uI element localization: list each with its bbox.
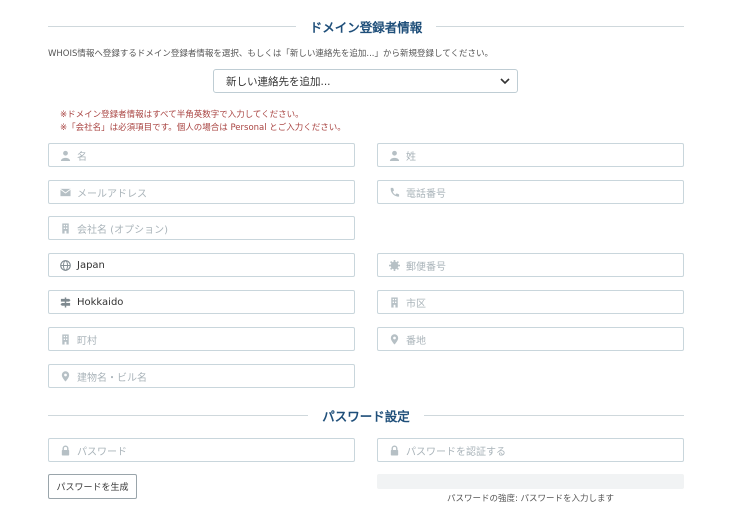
intro-text: WHOIS情報へ登録するドメイン登録者情報を選択、もしくは「新しい連絡先を追加.… bbox=[48, 49, 493, 59]
registrant-section-title: ドメイン登録者情報 bbox=[48, 16, 685, 36]
phone-field[interactable]: 電話番号 bbox=[377, 180, 684, 204]
user-icon bbox=[59, 149, 71, 161]
password-strength-text: パスワードの強度: パスワードを入力します bbox=[446, 494, 615, 504]
prefecture-field[interactable]: Hokkaido bbox=[48, 290, 355, 314]
city-field[interactable]: 市区 bbox=[377, 290, 684, 314]
phone-icon bbox=[388, 186, 400, 198]
password-section-title: パスワード設定 bbox=[48, 405, 685, 425]
confirm-password-field[interactable]: パスワードを認証する bbox=[377, 438, 684, 462]
last-name-field[interactable]: 姓 bbox=[377, 143, 684, 167]
note-line: ※「会社名」は必須項目です。個人の場合は Personal とご入力ください。 bbox=[60, 123, 346, 133]
divider bbox=[48, 25, 296, 27]
map-marker-icon bbox=[59, 370, 71, 382]
email-field[interactable]: メールアドレス bbox=[48, 180, 355, 204]
address-placeholder: 番地 bbox=[406, 335, 426, 347]
map-marker-icon bbox=[388, 333, 400, 345]
section-title-text: ドメイン登録者情報 bbox=[309, 19, 423, 35]
signpost-icon bbox=[59, 296, 71, 308]
globe-icon bbox=[59, 259, 71, 271]
lock-icon bbox=[388, 444, 400, 456]
country-value: Japan bbox=[77, 259, 105, 271]
city-placeholder: 市区 bbox=[406, 298, 426, 310]
envelope-icon bbox=[59, 186, 71, 198]
divider bbox=[48, 414, 309, 416]
country-field[interactable]: Japan bbox=[48, 253, 355, 277]
building-icon bbox=[59, 222, 71, 234]
postal-field[interactable]: 郵便番号 bbox=[377, 253, 684, 277]
password-field[interactable]: パスワード bbox=[48, 438, 355, 462]
prefecture-value: Hokkaido bbox=[77, 296, 124, 308]
building-field[interactable]: 建物名・ビル名 bbox=[48, 364, 355, 388]
notes: ※ドメイン登録者情報はすべて半角英数字で入力してください。 ※「会社名」は必須項… bbox=[60, 109, 346, 135]
contact-select-value: 新しい連絡先を追加... bbox=[226, 75, 331, 88]
company-placeholder: 会社名 (オプション) bbox=[77, 224, 168, 236]
lock-icon bbox=[59, 444, 71, 456]
note-line: ※ドメイン登録者情報はすべて半角英数字で入力してください。 bbox=[60, 110, 304, 120]
address-field[interactable]: 番地 bbox=[377, 327, 684, 351]
postal-placeholder: 郵便番号 bbox=[406, 261, 446, 273]
generate-password-button[interactable]: パスワードを生成 bbox=[48, 474, 137, 499]
password-placeholder: パスワード bbox=[77, 446, 127, 458]
seal-icon bbox=[388, 259, 400, 271]
last-name-placeholder: 姓 bbox=[406, 151, 416, 163]
phone-placeholder: 電話番号 bbox=[406, 188, 446, 200]
town-placeholder: 町村 bbox=[77, 335, 97, 347]
building-placeholder: 建物名・ビル名 bbox=[77, 372, 147, 384]
user-icon bbox=[388, 149, 400, 161]
divider bbox=[423, 414, 685, 416]
confirm-password-placeholder: パスワードを認証する bbox=[406, 446, 506, 458]
password-strength-bar bbox=[377, 474, 684, 489]
divider bbox=[436, 25, 685, 27]
email-placeholder: メールアドレス bbox=[77, 188, 147, 200]
building-icon bbox=[59, 333, 71, 345]
first-name-field[interactable]: 名 bbox=[48, 143, 355, 167]
section-title-text: パスワード設定 bbox=[322, 408, 410, 424]
building-icon bbox=[388, 296, 400, 308]
chevron-down-icon bbox=[500, 78, 510, 85]
first-name-placeholder: 名 bbox=[77, 151, 87, 163]
town-field[interactable]: 町村 bbox=[48, 327, 355, 351]
company-field[interactable]: 会社名 (オプション) bbox=[48, 216, 355, 240]
contact-select[interactable]: 新しい連絡先を追加... bbox=[213, 69, 518, 93]
